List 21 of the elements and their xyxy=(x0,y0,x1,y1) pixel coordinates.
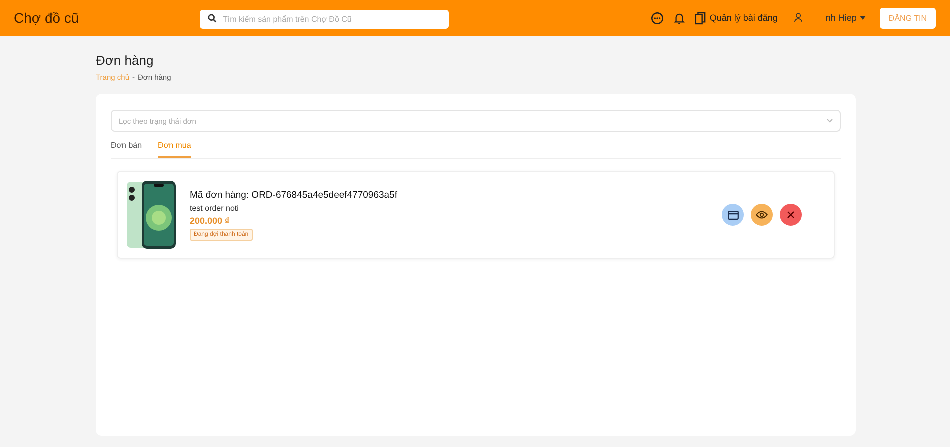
view-button[interactable] xyxy=(751,204,773,226)
page-title: Đơn hàng xyxy=(96,53,155,68)
chat-icon[interactable] xyxy=(650,12,664,24)
eye-icon xyxy=(756,211,768,219)
documents-icon xyxy=(694,12,706,24)
site-logo[interactable]: Chợ đồ cũ xyxy=(14,10,200,26)
cancel-button[interactable] xyxy=(780,204,802,226)
bell-icon[interactable] xyxy=(674,12,685,24)
manage-posts-link[interactable]: Quản lý bài đăng xyxy=(694,12,778,24)
user-icon xyxy=(794,13,803,23)
caret-icon xyxy=(860,16,866,20)
tab[interactable]: Đơn bán xyxy=(111,137,142,158)
card-icon xyxy=(728,210,738,220)
price: 200.000 ₫ xyxy=(190,216,230,226)
product-title: test order noti xyxy=(190,204,239,212)
order-code: Mã đơn hàng: ORD-676845a4e5deef4770963a5f xyxy=(190,190,398,200)
user-menu[interactable]: nh Hiep xyxy=(794,13,866,23)
search-field[interactable]: Tìm kiếm sản phẩm trên Chợ Đồ Cũ xyxy=(200,10,449,28)
chevron-down-icon xyxy=(827,119,833,123)
close-icon xyxy=(787,211,795,219)
pay-button[interactable] xyxy=(722,204,744,226)
